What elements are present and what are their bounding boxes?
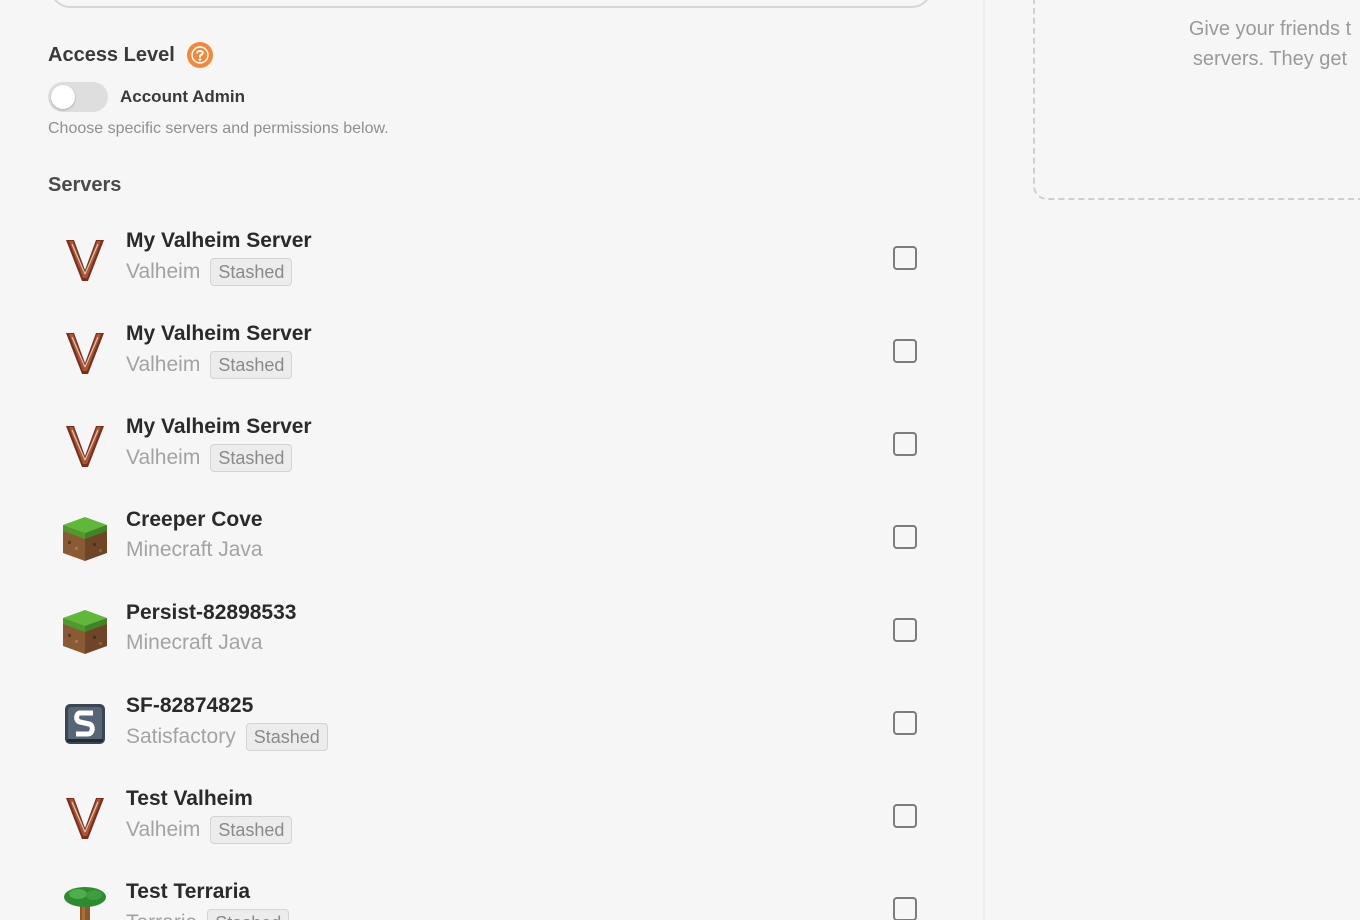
stashed-badge: Stashed	[210, 816, 293, 844]
server-row[interactable]: Creeper Cove Minecraft Java	[48, 491, 928, 584]
valheim-icon	[60, 327, 110, 377]
question-icon[interactable]	[186, 42, 213, 68]
server-text: My Valheim Server Valheim Stashed	[126, 228, 312, 286]
server-row[interactable]: My Valheim Server Valheim Stashed	[48, 305, 928, 398]
server-row[interactable]: My Valheim Server Valheim Stashed	[48, 398, 928, 491]
server-game: Valheim	[126, 818, 201, 841]
server-name: My Valheim Server	[126, 322, 312, 345]
server-subline: Valheim Stashed	[126, 351, 312, 379]
server-name: Creeper Cove	[126, 508, 263, 531]
stashed-badge: Stashed	[210, 444, 293, 472]
servers-title: Servers	[48, 174, 122, 196]
invite-text: Give your friends t servers. They get	[1140, 14, 1360, 74]
server-subline: Terraria Stashed	[126, 909, 290, 920]
stashed-badge: Stashed	[207, 909, 290, 920]
server-game: Valheim	[126, 353, 201, 376]
server-row[interactable]: Persist-82898533 Minecraft Java	[48, 584, 928, 677]
server-text: SF-82874825 Satisfactory Stashed	[126, 693, 328, 751]
stashed-badge: Stashed	[210, 258, 293, 286]
server-game: Valheim	[126, 446, 201, 469]
access-helper-text: Choose specific servers and permissions …	[48, 120, 389, 137]
server-game: Minecraft Java	[126, 538, 263, 561]
access-level-title: Access Level	[48, 43, 175, 66]
server-subline: Valheim Stashed	[126, 258, 312, 286]
server-game: Valheim	[126, 260, 201, 283]
server-checkbox[interactable]	[893, 246, 917, 270]
satisfactory-icon	[60, 699, 110, 749]
server-row[interactable]: Test Valheim Valheim Stashed	[48, 770, 928, 863]
server-subline: Minecraft Java	[126, 630, 296, 656]
minecraft-icon	[60, 606, 110, 656]
server-text: My Valheim Server Valheim Stashed	[126, 321, 312, 379]
server-checkbox[interactable]	[893, 804, 917, 828]
terraria-icon	[60, 885, 110, 920]
server-name: Test Valheim	[126, 787, 253, 810]
server-checkbox[interactable]	[893, 897, 917, 920]
server-name: Test Terraria	[126, 880, 251, 903]
server-text: Persist-82898533 Minecraft Java	[126, 600, 296, 656]
server-name: SF-82874825	[126, 694, 254, 717]
account-admin-toggle[interactable]	[48, 82, 108, 112]
server-checkbox[interactable]	[893, 618, 917, 642]
server-subline: Satisfactory Stashed	[126, 723, 328, 751]
server-name: My Valheim Server	[126, 415, 312, 438]
server-subline: Valheim Stashed	[126, 444, 312, 472]
server-game: Satisfactory	[126, 725, 236, 748]
valheim-icon	[60, 234, 110, 284]
invite-text-line-1: Give your friends t	[1188, 18, 1352, 40]
server-checkbox[interactable]	[893, 339, 917, 363]
server-subline: Minecraft Java	[126, 537, 263, 563]
valheim-icon	[60, 792, 110, 842]
server-text: My Valheim Server Valheim Stashed	[126, 414, 312, 472]
server-text: Test Valheim Valheim Stashed	[126, 786, 293, 844]
server-checkbox[interactable]	[893, 432, 917, 456]
panel-divider	[983, 0, 985, 920]
account-admin-label: Account Admin	[120, 87, 245, 106]
toggle-knob	[51, 85, 75, 109]
server-list: My Valheim Server Valheim Stashed My Val…	[48, 212, 928, 920]
minecraft-icon	[60, 513, 110, 563]
server-name: Persist-82898533	[126, 601, 297, 624]
server-name: My Valheim Server	[126, 229, 312, 252]
server-row[interactable]: Test Terraria Terraria Stashed	[48, 863, 928, 920]
server-row[interactable]: My Valheim Server Valheim Stashed	[48, 212, 928, 305]
server-checkbox[interactable]	[893, 525, 917, 549]
server-game: Minecraft Java	[126, 631, 263, 654]
invite-text-line-2: servers. They get	[1192, 48, 1348, 70]
page: Access Level Account Admin Choose specif…	[0, 0, 1360, 920]
server-subline: Valheim Stashed	[126, 816, 293, 844]
server-game: Terraria	[126, 910, 197, 920]
server-row[interactable]: SF-82874825 Satisfactory Stashed	[48, 677, 928, 770]
server-text: Creeper Cove Minecraft Java	[126, 507, 263, 563]
account-admin-row: Account Admin	[48, 82, 245, 112]
email-input[interactable]	[50, 0, 932, 8]
stashed-badge: Stashed	[245, 723, 328, 751]
valheim-icon	[60, 420, 110, 470]
server-text: Test Terraria Terraria Stashed	[126, 879, 290, 920]
access-level-header: Access Level	[48, 42, 213, 68]
server-checkbox[interactable]	[893, 711, 917, 735]
stashed-badge: Stashed	[210, 351, 293, 379]
